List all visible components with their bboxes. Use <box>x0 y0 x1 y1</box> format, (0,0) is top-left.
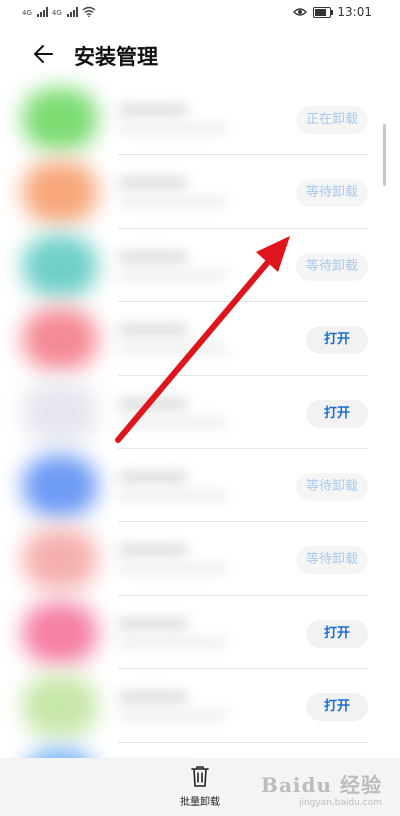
app-icon <box>22 88 98 150</box>
uninstall-status-button[interactable]: 等待卸载 <box>295 179 368 208</box>
watermark-brand: Baidu 经验 <box>261 773 382 797</box>
arrow-left-icon <box>34 45 53 63</box>
app-name-blurred <box>118 691 188 704</box>
watermark-url: jingyan.baidu.com <box>298 798 382 808</box>
back-button[interactable] <box>30 40 58 68</box>
app-info-blurred <box>118 417 228 427</box>
network-type-label-2: 4G <box>51 9 62 17</box>
app-icon <box>22 234 98 297</box>
app-name-blurred <box>118 397 188 410</box>
list-item[interactable]: 正在卸载 <box>0 82 400 156</box>
signal-icon-2 <box>66 7 78 17</box>
battery-icon <box>313 6 334 18</box>
status-time: 13:01 <box>337 5 372 19</box>
app-info-blurred <box>118 490 228 500</box>
network-type-label: 4G <box>22 9 32 17</box>
bottom-bar: 批量卸载 Baidu 经验 jingyan.baidu.com <box>0 758 400 816</box>
app-name-blurred <box>118 544 188 557</box>
app-icon <box>22 601 98 664</box>
open-app-button[interactable]: 打开 <box>305 399 368 428</box>
app-name-blurred <box>118 324 188 337</box>
signal-icon <box>36 7 48 17</box>
open-app-button[interactable]: 打开 <box>305 326 368 355</box>
list-item[interactable]: 打开 <box>0 596 400 670</box>
app-info-blurred <box>118 124 228 133</box>
page-title: 安装管理 <box>74 45 158 69</box>
app-icon <box>22 675 98 738</box>
status-bar: 4G 4G 13:01 <box>0 0 400 26</box>
list-item[interactable]: 等待卸载 <box>0 229 400 303</box>
app-list: 正在卸载 等待卸载 等待卸载 打开 打开 等待卸载 等待卸载 打开 打开 <box>0 82 400 816</box>
app-name-blurred <box>118 470 188 483</box>
list-item[interactable]: 等待卸载 <box>0 522 400 596</box>
app-info-blurred <box>118 344 228 354</box>
app-info-blurred <box>118 270 228 280</box>
status-right: 13:01 <box>293 5 372 19</box>
app-icon <box>22 454 98 517</box>
trash-icon <box>191 766 209 787</box>
wifi-icon <box>82 6 96 17</box>
app-info-blurred <box>118 637 228 647</box>
app-info-blurred <box>118 711 228 721</box>
uninstall-status-button[interactable]: 等待卸载 <box>295 546 368 575</box>
app-icon <box>22 161 98 224</box>
uninstall-status-button[interactable]: 等待卸载 <box>295 472 368 501</box>
scrollbar[interactable] <box>383 124 386 186</box>
app-icon <box>22 528 98 591</box>
app-info-blurred <box>118 197 228 207</box>
list-item[interactable]: 等待卸载 <box>0 155 400 229</box>
app-info-blurred <box>118 564 228 574</box>
app-icon <box>22 381 98 444</box>
status-left: 4G 4G <box>22 6 96 17</box>
app-name-blurred <box>118 617 188 630</box>
app-name-blurred <box>118 177 188 190</box>
list-item[interactable]: 打开 <box>0 669 400 743</box>
list-item[interactable]: 打开 <box>0 376 400 449</box>
uninstall-status-button[interactable]: 正在卸载 <box>295 106 368 134</box>
list-item[interactable]: 打开 <box>0 302 400 376</box>
open-app-button[interactable]: 打开 <box>305 693 368 722</box>
eye-comfort-icon <box>293 8 308 16</box>
uninstall-status-button[interactable]: 等待卸载 <box>295 252 368 281</box>
app-name-blurred <box>118 104 188 116</box>
app-name-blurred <box>118 250 188 263</box>
app-header: 安装管理 <box>0 26 400 82</box>
open-app-button[interactable]: 打开 <box>305 619 368 648</box>
batch-uninstall-button[interactable]: 批量卸载 <box>170 764 230 808</box>
list-item[interactable]: 等待卸载 <box>0 449 400 523</box>
baidu-watermark: Baidu 经验 jingyan.baidu.com <box>261 769 382 808</box>
app-icon <box>22 308 98 371</box>
batch-uninstall-label: 批量卸载 <box>180 797 220 808</box>
